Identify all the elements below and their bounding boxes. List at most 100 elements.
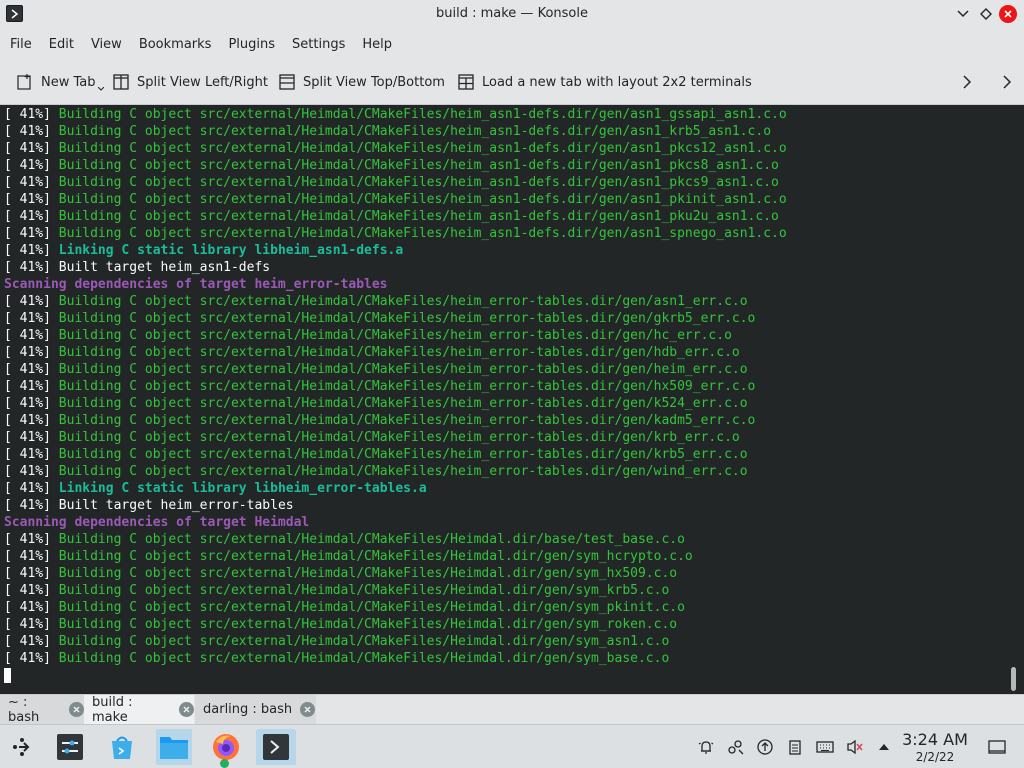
progress-prefix: [ 41%] <box>4 532 59 547</box>
keyboard-tray[interactable] <box>816 738 834 756</box>
line-text: Building C object src/external/Heimdal/C… <box>58 600 685 615</box>
tab-close-button[interactable] <box>179 702 194 717</box>
close-icon <box>1004 10 1012 18</box>
tab-darling-bash[interactable]: darling : bash <box>195 695 316 724</box>
progress-prefix: [ 41%] <box>4 396 59 411</box>
taskbar-konsole[interactable] <box>256 729 296 765</box>
clipboard-tray[interactable] <box>786 738 804 756</box>
chevron-right-icon <box>963 75 971 89</box>
menu-bookmarks[interactable]: Bookmarks <box>132 33 219 56</box>
progress-prefix: [ 41%] <box>4 430 59 445</box>
line-text: Building C object src/external/Heimdal/C… <box>58 413 756 428</box>
new-tab-label: New Tab <box>41 74 96 90</box>
line-text: Built target heim_error-tables <box>58 498 294 513</box>
tab-build-make[interactable]: build : make <box>84 695 194 725</box>
terminal-cursor-line <box>4 667 787 684</box>
progress-prefix: [ 41%] <box>4 600 59 615</box>
notifications-tray[interactable] <box>697 738 715 756</box>
menu-view[interactable]: View <box>84 33 129 56</box>
taskbar-system-settings[interactable] <box>52 729 88 765</box>
menu-edit[interactable]: Edit <box>42 33 81 56</box>
terminal-line: Scanning dependencies of target heim_err… <box>4 276 787 293</box>
volume-muted-icon <box>847 739 863 755</box>
terminal-line: [ 41%] Building C object src/external/He… <box>4 361 787 378</box>
clipboard-icon <box>789 740 801 755</box>
text-cursor <box>4 668 11 683</box>
progress-prefix: [ 41%] <box>4 498 59 513</box>
progress-prefix: [ 41%] <box>4 617 59 632</box>
taskbar-file-manager[interactable] <box>156 729 192 765</box>
line-text: Building C object src/external/Heimdal/C… <box>58 362 748 377</box>
progress-prefix: [ 41%] <box>4 260 59 275</box>
toolbar-scroll-right-button[interactable] <box>955 70 979 94</box>
terminal-line: [ 41%] Linking C static library libheim_… <box>4 242 787 259</box>
progress-prefix: [ 41%] <box>4 566 59 581</box>
dropdown-arrow-icon <box>97 87 104 91</box>
terminal-line: [ 41%] Building C object src/external/He… <box>4 191 787 208</box>
terminal-line: [ 41%] Building C object src/external/He… <box>4 548 787 565</box>
menu-help[interactable]: Help <box>355 33 399 56</box>
maximize-button[interactable] <box>976 4 996 24</box>
tab-close-button[interactable] <box>69 702 84 717</box>
tab-bar: ~ : bash build : make darling : bash <box>0 694 1024 725</box>
updates-tray[interactable] <box>756 738 774 756</box>
line-text: Building C object src/external/Heimdal/C… <box>58 107 787 122</box>
network-tray[interactable] <box>726 738 744 756</box>
close-icon <box>183 706 190 713</box>
terminal-line: [ 41%] Building C object src/external/He… <box>4 140 787 157</box>
updates-icon <box>757 739 773 755</box>
progress-prefix: [ 41%] <box>4 583 59 598</box>
progress-prefix: [ 41%] <box>4 209 59 224</box>
show-desktop-button[interactable] <box>988 738 1006 756</box>
keyboard-icon <box>816 741 834 753</box>
terminal-line: [ 41%] Building C object src/external/He… <box>4 582 787 599</box>
taskbar-firefox[interactable] <box>208 729 244 768</box>
menu-plugins[interactable]: Plugins <box>221 33 282 56</box>
new-tab-button[interactable]: New Tab <box>17 70 112 94</box>
progress-prefix: [ 41%] <box>4 447 59 462</box>
progress-prefix: [ 41%] <box>4 549 59 564</box>
progress-prefix: [ 41%] <box>4 107 59 122</box>
terminal-line: [ 41%] Building C object src/external/He… <box>4 174 787 191</box>
application-launcher[interactable] <box>4 729 40 765</box>
minimize-button[interactable] <box>953 4 973 24</box>
line-text: Scanning dependencies of target heim_err… <box>4 277 388 292</box>
terminal-line: [ 41%] Building C object src/external/He… <box>4 123 787 140</box>
taskbar-discover[interactable] <box>104 729 140 765</box>
split-top-bottom-label: Split View Top/Bottom <box>303 74 445 90</box>
split-vertical-icon <box>279 74 295 90</box>
progress-prefix: [ 41%] <box>4 124 59 139</box>
volume-tray[interactable] <box>846 738 864 756</box>
terminal-view[interactable]: [ 41%] Building C object src/external/He… <box>0 105 1024 694</box>
discover-icon <box>112 736 132 759</box>
line-text: Building C object src/external/Heimdal/C… <box>58 226 787 241</box>
tab-bash-home[interactable]: ~ : bash <box>0 694 84 725</box>
expand-tray-button[interactable] <box>875 738 893 756</box>
terminal-line: [ 41%] Built target heim_error-tables <box>4 497 787 514</box>
split-left-right-button[interactable]: Split View Left/Right <box>113 70 268 94</box>
window-title: build : make — Konsole <box>436 6 588 21</box>
line-text: Building C object src/external/Heimdal/C… <box>58 396 748 411</box>
system-settings-icon <box>57 734 83 760</box>
menu-settings[interactable]: Settings <box>285 33 352 56</box>
layout-2x2-button[interactable]: Load a new tab with layout 2x2 terminals <box>458 70 752 94</box>
diamond-icon <box>980 8 992 20</box>
line-text: Building C object src/external/Heimdal/C… <box>58 549 693 564</box>
terminal-scrollbar[interactable] <box>1011 667 1016 691</box>
line-text: Built target heim_asn1-defs <box>58 260 271 275</box>
toolbar-overflow-button[interactable] <box>995 70 1019 94</box>
split-top-bottom-button[interactable]: Split View Top/Bottom <box>279 70 445 94</box>
progress-prefix: [ 41%] <box>4 243 59 258</box>
terminal-line: [ 41%] Building C object src/external/He… <box>4 293 787 310</box>
firefox-icon <box>213 734 239 760</box>
tab-close-button[interactable] <box>300 702 316 717</box>
menu-file[interactable]: File <box>3 33 39 56</box>
line-text: Linking C static library libheim_error-t… <box>58 481 427 496</box>
split-horizontal-icon <box>113 74 129 90</box>
terminal-line: [ 41%] Built target heim_asn1-defs <box>4 259 787 276</box>
terminal-line: [ 41%] Building C object src/external/He… <box>4 650 787 667</box>
close-button[interactable] <box>999 5 1017 23</box>
tab-label: ~ : bash <box>8 694 40 725</box>
digital-clock[interactable]: 3:24 AM 2/2/22 <box>896 730 974 764</box>
terminal-output: [ 41%] Building C object src/external/He… <box>4 106 787 684</box>
